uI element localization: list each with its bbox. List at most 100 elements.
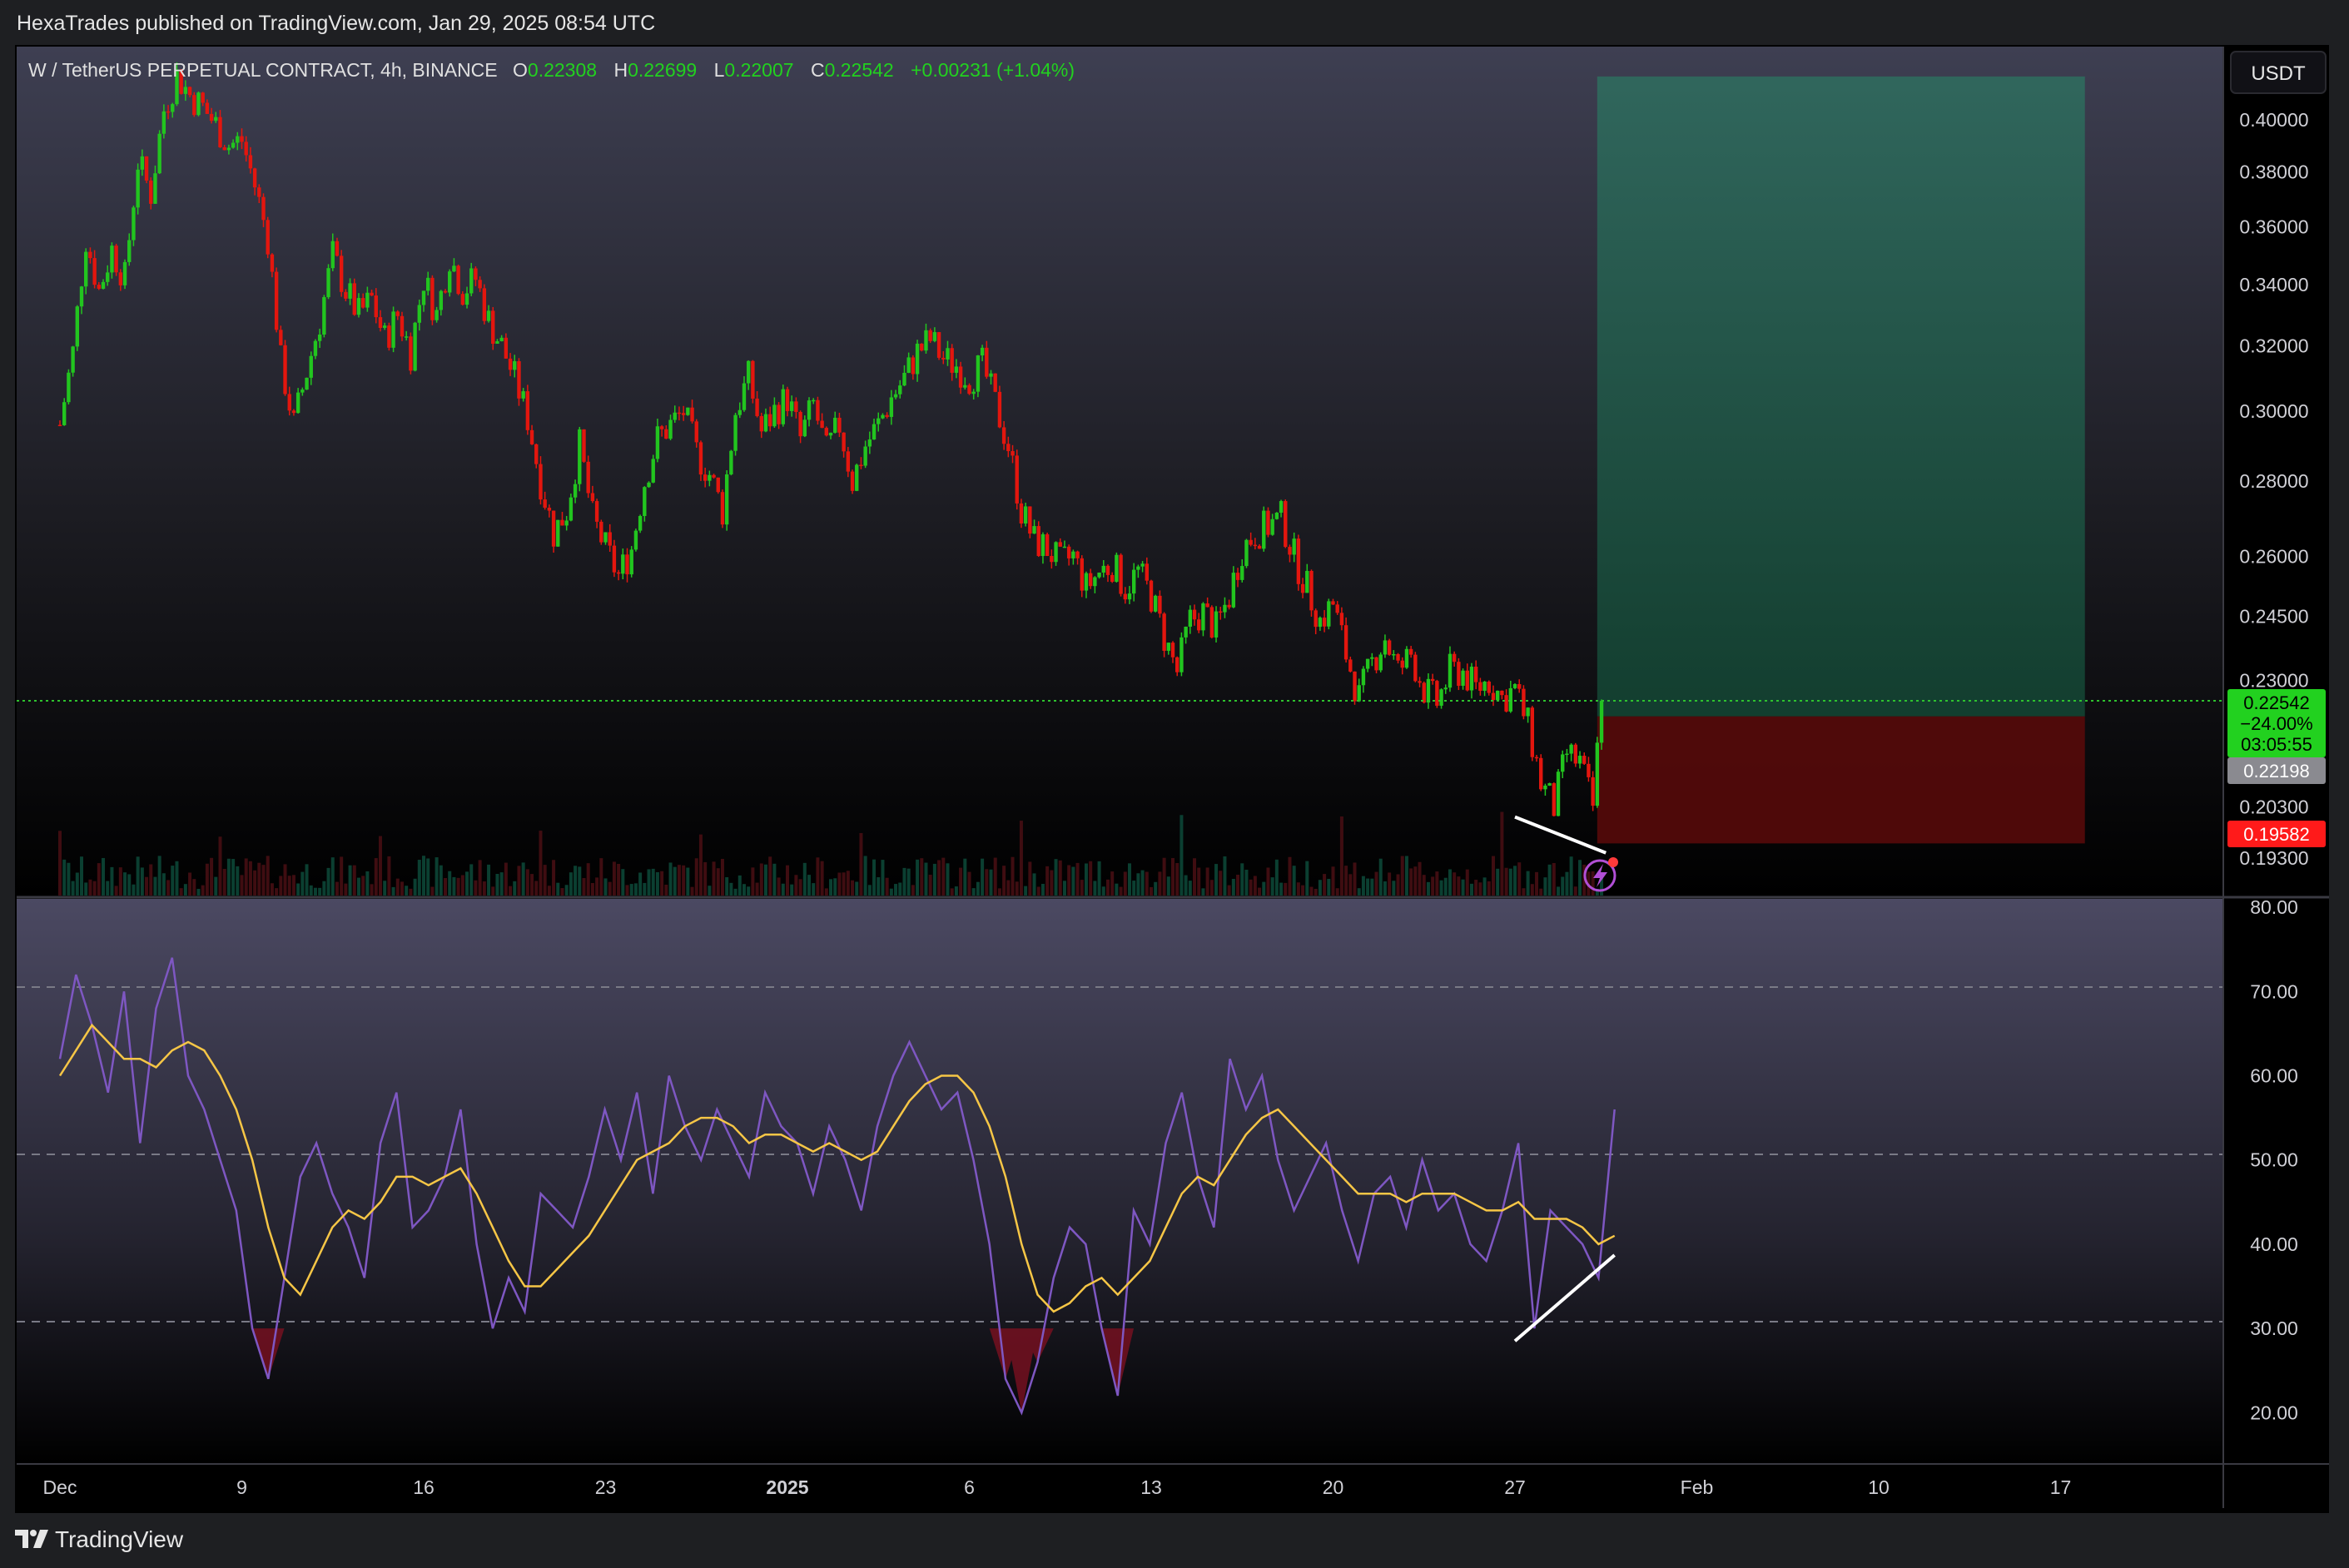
volume-bar — [192, 879, 196, 896]
candle-body — [1011, 451, 1015, 456]
candle-body — [932, 332, 937, 341]
candle-body — [417, 305, 421, 323]
candle-body — [469, 268, 474, 294]
volume-bar — [682, 865, 686, 896]
volume-bar — [967, 871, 971, 896]
volume-bar — [1292, 866, 1296, 896]
candle-body — [1314, 610, 1318, 628]
volume-bar — [1279, 882, 1284, 896]
candle-body — [1262, 510, 1266, 549]
candle-body — [781, 389, 785, 424]
candle-body — [88, 251, 92, 259]
volume-bar — [768, 856, 772, 896]
candle-body — [57, 424, 62, 427]
volume-bar — [937, 860, 941, 896]
volume-bar — [1530, 884, 1534, 896]
candle-body — [1080, 558, 1084, 591]
currency-button[interactable]: USDT — [2230, 51, 2327, 94]
candle-body — [1205, 603, 1209, 608]
time-tick-label: 23 — [595, 1476, 617, 1498]
volume-bar — [1036, 886, 1040, 896]
candle-body — [1093, 577, 1097, 587]
volume-bar — [517, 866, 521, 896]
volume-bar — [123, 872, 127, 896]
volume-bar — [1201, 888, 1205, 896]
candle-body — [755, 398, 759, 416]
volume-bar — [509, 886, 513, 896]
candle-body — [807, 400, 812, 420]
volume-bar — [829, 879, 833, 896]
candle-body — [460, 294, 465, 305]
volume-bar — [807, 875, 812, 896]
volume-bar — [283, 864, 287, 896]
candle-body — [140, 156, 145, 170]
candle-body — [1023, 506, 1028, 524]
candle-body — [1088, 573, 1093, 587]
entry-price-value: 0.22198 — [2243, 761, 2310, 782]
volume-bar — [1266, 867, 1270, 896]
candle-body — [1599, 701, 1604, 743]
volume-bar — [664, 885, 668, 896]
candle-body — [1457, 662, 1461, 686]
price-tick-label: 0.36000 — [2239, 216, 2308, 237]
candle-body — [525, 391, 530, 430]
candle-body — [270, 254, 275, 272]
last-price-change: −24.00% — [2240, 713, 2312, 734]
volume-bar — [326, 867, 330, 896]
candle-body — [798, 411, 802, 437]
footer-bar — [0, 1513, 2349, 1568]
volume-bar — [1258, 887, 1262, 896]
volume-bar — [378, 836, 382, 896]
candle-body — [867, 439, 872, 447]
symbol-title: W / TetherUS PERPETUAL CONTRACT, 4h, BIN… — [28, 59, 498, 81]
volume-bar — [1209, 880, 1214, 896]
volume-bar — [1526, 871, 1530, 896]
candle-body — [1274, 513, 1279, 519]
candle-body — [430, 277, 435, 320]
volume-bar — [543, 865, 547, 896]
candle-body — [1495, 690, 1500, 701]
volume-bar — [737, 875, 742, 896]
volume-bar — [928, 874, 932, 896]
volume-bar — [474, 880, 478, 896]
volume-bar — [1366, 878, 1370, 896]
candle-body — [812, 399, 816, 402]
candle-body — [1188, 609, 1193, 627]
volume-bar — [582, 877, 586, 896]
candle-body — [305, 377, 309, 390]
candle-body — [166, 111, 171, 113]
volume-bar — [820, 861, 824, 896]
candle-body — [659, 426, 664, 429]
candle-body — [1465, 670, 1469, 691]
candle-body — [1231, 573, 1236, 608]
candle-body — [67, 372, 71, 403]
volume-bar — [383, 881, 387, 896]
volume-bar — [1166, 876, 1170, 896]
volume-bar — [720, 858, 724, 896]
volume-bar — [1413, 866, 1418, 896]
candle-body — [578, 429, 582, 484]
volume-bar — [1361, 876, 1365, 896]
candle-body — [1556, 772, 1561, 816]
candle-body — [1145, 563, 1149, 581]
candle-body — [1439, 689, 1443, 706]
volume-bar — [1296, 882, 1300, 896]
candle-body — [1473, 667, 1478, 682]
candle-body — [767, 414, 772, 427]
chart-area[interactable]: 0.40000 0.38000 0.36000 0.34000 0.32000 0.300… — [0, 0, 2349, 1513]
candle-body — [360, 298, 365, 308]
candle-body — [435, 310, 439, 320]
tradingview-logo-icon[interactable] — [15, 1528, 50, 1550]
candle-body — [1123, 593, 1127, 600]
tradingview-brand[interactable]: TradingView — [55, 1526, 183, 1553]
volume-bar — [179, 888, 183, 896]
candle-body — [967, 385, 971, 394]
volume-bar — [1175, 863, 1179, 896]
candle-body — [1370, 657, 1374, 659]
volume-bar — [932, 863, 936, 896]
candle-body — [231, 142, 236, 148]
volume-bar — [1335, 888, 1339, 896]
volume-bar — [1188, 881, 1192, 896]
candle-body — [820, 420, 824, 429]
volume-bar — [1439, 880, 1443, 896]
